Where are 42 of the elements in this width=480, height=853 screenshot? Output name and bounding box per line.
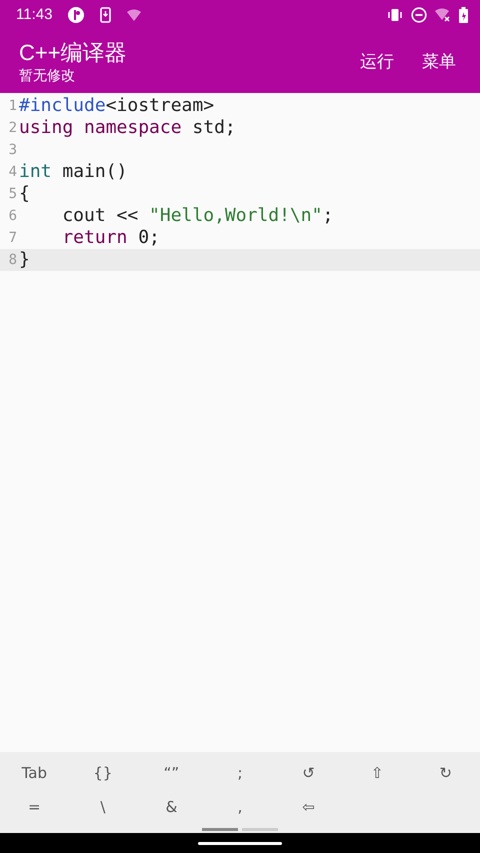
- symbol-key[interactable]: ;: [224, 762, 255, 784]
- symbol-key[interactable]: =: [19, 796, 50, 818]
- home-indicator[interactable]: [198, 842, 282, 844]
- line-number: 4: [8, 163, 18, 182]
- app-subtitle: 暂无修改: [19, 66, 76, 84]
- code-line: return 0;: [62, 227, 160, 249]
- app-title: C++编译器: [19, 40, 127, 66]
- code-line: cout << "Hello,World!\n";: [62, 205, 334, 227]
- code-line: int main(): [19, 161, 128, 183]
- code-line: {: [19, 183, 30, 205]
- download-icon: [100, 7, 112, 23]
- line-number: 5: [8, 185, 18, 204]
- code-line: }: [19, 249, 30, 271]
- symbol-key[interactable]: Tab: [19, 762, 50, 784]
- code-line: #include<iostream>: [19, 95, 214, 117]
- app-notification-icon: [68, 7, 84, 23]
- action-button[interactable]: 运行: [350, 44, 404, 78]
- wifi-off-icon: [435, 8, 451, 22]
- symbol-key[interactable]: {}: [88, 762, 118, 784]
- page-indicator[interactable]: [202, 828, 238, 831]
- action-button[interactable]: 菜单: [412, 44, 466, 78]
- symbol-key[interactable]: &: [156, 796, 186, 818]
- line-number: 8: [8, 251, 18, 270]
- page-indicator[interactable]: [242, 828, 278, 831]
- line-number: 3: [8, 141, 18, 160]
- do-not-disturb-icon: [411, 7, 427, 23]
- code-line: using namespace std;: [19, 117, 236, 139]
- symbol-key[interactable]: ↺: [294, 762, 324, 784]
- line-number: 6: [8, 207, 18, 226]
- battery-icon: [459, 7, 468, 23]
- status-time: 11:43: [16, 4, 52, 25]
- line-number: 1: [8, 97, 18, 116]
- symbol-key[interactable]: ↻: [430, 762, 461, 784]
- symbol-key[interactable]: ,: [224, 796, 255, 818]
- symbol-key[interactable]: ⇦: [294, 796, 324, 818]
- vibrate-icon: [387, 8, 403, 22]
- line-number: 7: [8, 229, 18, 248]
- symbol-key[interactable]: ⇧: [362, 762, 392, 784]
- symbol-key[interactable]: \: [88, 796, 118, 818]
- wifi-unknown-icon: [127, 8, 144, 22]
- line-number: 2: [8, 119, 18, 138]
- symbol-key[interactable]: “”: [156, 762, 186, 784]
